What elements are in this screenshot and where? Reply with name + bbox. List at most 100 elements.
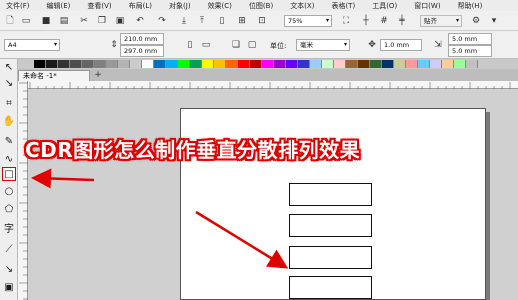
menu-text[interactable]: 文本(X)	[290, 1, 314, 11]
palette-swatch[interactable]	[142, 60, 154, 68]
rectangle-shape-2[interactable]	[289, 214, 372, 237]
menu-view[interactable]: 查看(V)	[87, 1, 111, 11]
palette-swatch[interactable]	[190, 60, 202, 68]
palette-swatch[interactable]	[406, 60, 418, 68]
snap-to-dropdown[interactable]: 贴齐 ▾	[420, 15, 462, 27]
pan-tool-icon[interactable]: ✋	[2, 115, 16, 129]
ellipse-tool-icon[interactable]: ○	[2, 185, 16, 199]
rulers-icon[interactable]: ┼	[360, 15, 372, 27]
pdf-icon[interactable]: ▯	[216, 15, 228, 27]
duplicate-x-input[interactable]: 5.0 mm	[448, 33, 492, 45]
palette-swatch[interactable]	[430, 60, 442, 68]
options-icon[interactable]: ▾	[488, 15, 500, 27]
pick-tool-icon[interactable]: ↖	[2, 61, 16, 75]
rectangle-shape-3[interactable]	[289, 246, 372, 269]
page-height-input[interactable]: 297.0 mm	[120, 45, 164, 57]
palette-swatch[interactable]	[202, 60, 214, 68]
settings-gear-icon[interactable]: ⚙	[470, 15, 482, 27]
menu-bitmaps[interactable]: 位图(B)	[249, 1, 273, 11]
palette-swatch[interactable]	[106, 60, 118, 68]
open-folder-icon[interactable]: ▭	[20, 15, 32, 27]
palette-swatch[interactable]	[442, 60, 454, 68]
app-launcher-icon[interactable]: ⊞	[236, 15, 248, 27]
palette-swatch[interactable]	[466, 60, 478, 68]
palette-swatch[interactable]	[454, 60, 466, 68]
palette-swatch[interactable]	[334, 60, 346, 68]
palette-swatch[interactable]	[250, 60, 262, 68]
menu-layout[interactable]: 布局(L)	[129, 1, 152, 11]
rectangle-tool-icon[interactable]: □	[2, 167, 16, 181]
palette-swatch[interactable]	[394, 60, 406, 68]
palette-swatch[interactable]	[118, 60, 130, 68]
palette-swatch[interactable]	[46, 60, 58, 68]
menu-object[interactable]: 对象(J)	[169, 1, 191, 11]
page-size-select[interactable]: A4 ▾	[4, 39, 60, 51]
full-screen-icon[interactable]: ⛶	[340, 15, 352, 27]
freehand-tool-icon[interactable]: ✎	[2, 135, 16, 149]
grid-icon[interactable]: #	[378, 15, 390, 27]
menu-help[interactable]: 帮助(H)	[458, 1, 483, 11]
units-select[interactable]: 毫米 ▾	[296, 39, 350, 51]
palette-swatch[interactable]	[34, 60, 46, 68]
palette-swatch[interactable]	[370, 60, 382, 68]
palette-swatch[interactable]	[382, 60, 394, 68]
cut-icon[interactable]: ✂	[78, 15, 90, 27]
palette-swatch[interactable]	[58, 60, 70, 68]
vertical-ruler[interactable]	[18, 81, 28, 300]
palette-swatch[interactable]	[238, 60, 250, 68]
menu-file[interactable]: 文件(F)	[6, 1, 30, 11]
palette-swatch[interactable]	[358, 60, 370, 68]
zoom-glass-icon[interactable]: ⊡	[256, 15, 268, 27]
copy-icon[interactable]: ❐	[96, 15, 108, 27]
menu-window[interactable]: 窗口(W)	[414, 1, 440, 11]
drop-shadow-icon[interactable]: ▣	[2, 281, 16, 295]
nudge-distance-input[interactable]: 1.0 mm	[380, 39, 422, 51]
page-width-input[interactable]: 210.0 mm	[120, 33, 164, 45]
palette-swatch[interactable]	[262, 60, 274, 68]
palette-swatch[interactable]	[214, 60, 226, 68]
palette-swatch[interactable]	[178, 60, 190, 68]
redo-icon[interactable]: ↷	[156, 15, 168, 27]
save-icon[interactable]: ■	[40, 15, 52, 27]
add-tab-icon[interactable]: +	[92, 69, 104, 81]
shape-tool-icon[interactable]: ↘	[2, 77, 16, 91]
menu-effects[interactable]: 效果(C)	[208, 1, 232, 11]
palette-swatch[interactable]	[154, 60, 166, 68]
palette-swatch[interactable]	[322, 60, 334, 68]
guidelines-icon[interactable]: ╪	[396, 15, 408, 27]
menu-edit[interactable]: 编辑(E)	[47, 1, 71, 11]
artistic-media-icon[interactable]: ∿	[2, 153, 16, 167]
document-tab[interactable]: 未命名 -1*	[18, 70, 90, 81]
zoom-level-select[interactable]: 75% ▾	[284, 15, 332, 27]
menu-table[interactable]: 表格(T)	[331, 1, 355, 11]
connector-tool-icon[interactable]: ↘	[2, 263, 16, 277]
export-icon[interactable]: ⤒	[196, 15, 208, 27]
portrait-icon[interactable]: ▯	[184, 39, 196, 51]
menu-tools[interactable]: 工具(O)	[372, 1, 397, 11]
polygon-tool-icon[interactable]: ⬠	[2, 203, 16, 217]
text-tool-icon[interactable]: 字	[2, 223, 16, 237]
palette-swatch[interactable]	[82, 60, 94, 68]
landscape-icon[interactable]: ▭	[200, 39, 212, 51]
print-icon[interactable]: ▤	[58, 15, 70, 27]
palette-swatch[interactable]	[310, 60, 322, 68]
all-pages-icon[interactable]: ❏	[230, 39, 242, 51]
parallel-dimension-icon[interactable]: ⟋	[2, 243, 16, 257]
palette-swatch[interactable]	[274, 60, 286, 68]
undo-icon[interactable]: ↶	[134, 15, 146, 27]
horizontal-ruler[interactable]	[28, 81, 518, 89]
palette-swatch[interactable]	[70, 60, 82, 68]
palette-swatch[interactable]	[226, 60, 238, 68]
palette-swatch[interactable]	[94, 60, 106, 68]
current-page-icon[interactable]: ▢	[246, 39, 258, 51]
palette-swatch[interactable]	[418, 60, 430, 68]
duplicate-y-input[interactable]: 5.0 mm	[448, 45, 492, 57]
paste-icon[interactable]: ▣	[114, 15, 126, 27]
palette-swatch[interactable]	[130, 60, 142, 68]
palette-swatch[interactable]	[346, 60, 358, 68]
rectangle-shape-4[interactable]	[289, 276, 372, 299]
crop-tool-icon[interactable]: ⌗	[2, 97, 16, 111]
palette-swatch[interactable]	[166, 60, 178, 68]
rectangle-shape-1[interactable]	[289, 183, 372, 206]
import-icon[interactable]: ⤓	[178, 15, 190, 27]
